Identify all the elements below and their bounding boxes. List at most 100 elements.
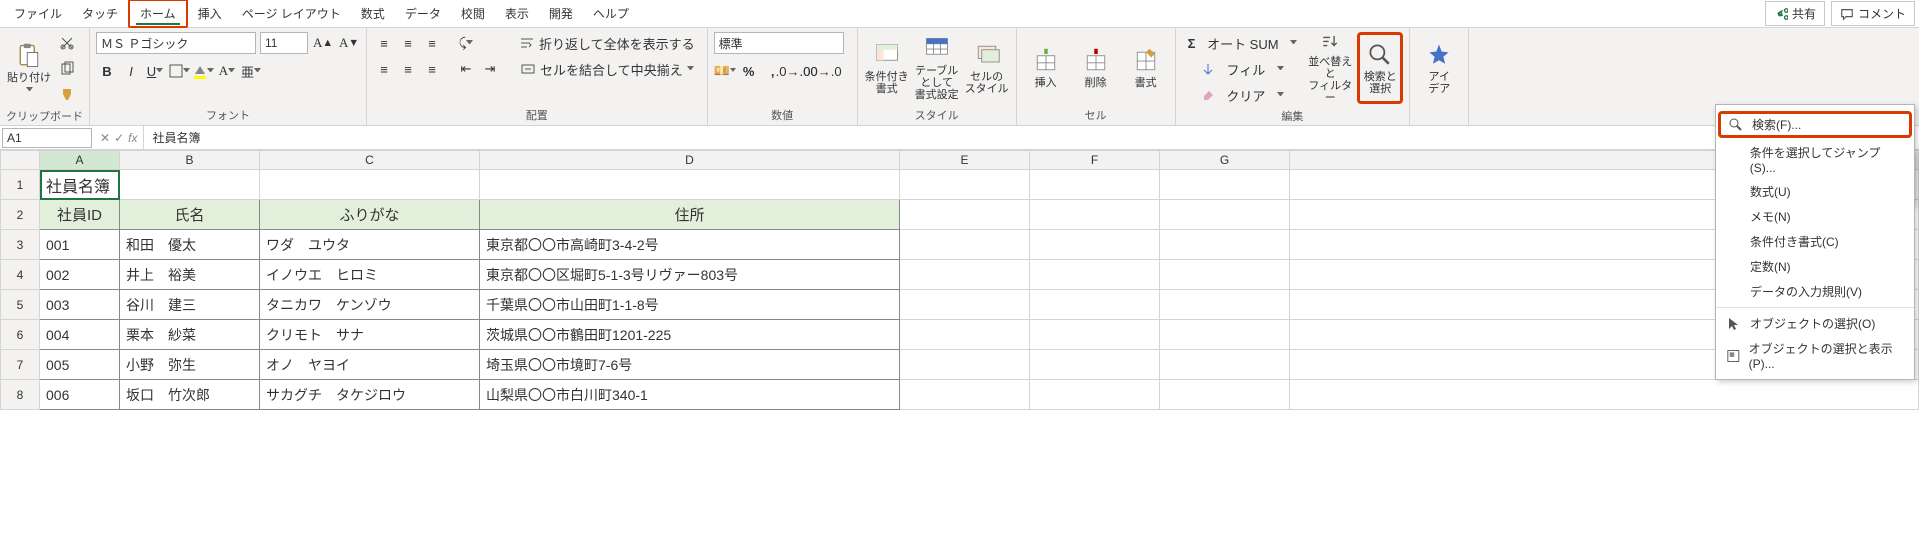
font-color-button[interactable]: A [216, 60, 238, 82]
cell-B1[interactable] [120, 170, 260, 200]
cell-A4[interactable]: 002 [40, 260, 120, 290]
dropdown-select-objects[interactable]: オブジェクトの選択(O) [1716, 311, 1914, 336]
cell-B3[interactable]: 和田 優太 [120, 230, 260, 260]
comment-button[interactable]: コメント [1831, 1, 1915, 26]
cell-C1[interactable] [260, 170, 480, 200]
fill-button[interactable]: フィル [1182, 58, 1304, 80]
row-header-1[interactable]: 1 [0, 170, 40, 200]
phonetic-button[interactable]: 亜 [240, 60, 262, 82]
format-as-table-button[interactable]: テーブルとして 書式設定 [914, 32, 960, 104]
menu-touch[interactable]: タッチ [72, 1, 128, 26]
worksheet-grid[interactable]: A B C D E F G 1 社員名簿 2 社員ID 氏名 ふりがな 住所 3… [0, 150, 1919, 410]
cell-B2[interactable]: 氏名 [120, 200, 260, 230]
insert-cells-button[interactable]: 挿入 [1023, 32, 1069, 104]
increase-font-button[interactable]: A▲ [312, 32, 334, 54]
menu-pagelayout[interactable]: ページ レイアウト [232, 1, 351, 26]
cell-A2[interactable]: 社員ID [40, 200, 120, 230]
menu-file[interactable]: ファイル [4, 1, 72, 26]
formula-input[interactable]: 社員名簿 [144, 129, 1919, 146]
cell-D8[interactable]: 山梨県〇〇市白川町340-1 [480, 380, 900, 410]
cell-B8[interactable]: 坂口 竹次郎 [120, 380, 260, 410]
percent-button[interactable]: % [738, 60, 760, 82]
dropdown-constants[interactable]: 定数(N) [1716, 254, 1914, 279]
cell-C5[interactable]: タニカワ ケンゾウ [260, 290, 480, 320]
menu-home[interactable]: ホーム [128, 0, 188, 28]
cell-C4[interactable]: イノウエ ヒロミ [260, 260, 480, 290]
cancel-formula-icon[interactable]: ✕ [100, 131, 110, 145]
fx-icon[interactable]: fx [128, 131, 137, 145]
copy-button[interactable] [56, 58, 78, 80]
col-header-A[interactable]: A [40, 150, 120, 170]
cell-C3[interactable]: ワダ ユウタ [260, 230, 480, 260]
ideas-button[interactable]: アイ デア [1416, 32, 1462, 104]
cell-A3[interactable]: 001 [40, 230, 120, 260]
dropdown-cond-fmt[interactable]: 条件付き書式(C) [1716, 229, 1914, 254]
cell-G1[interactable] [1160, 170, 1290, 200]
row-header-4[interactable]: 4 [0, 260, 40, 290]
align-right-button[interactable]: ≡ [421, 58, 443, 80]
cell-D4[interactable]: 東京都〇〇区堀町5-1-3号リヴァー803号 [480, 260, 900, 290]
menu-view[interactable]: 表示 [495, 1, 539, 26]
menu-help[interactable]: ヘルプ [583, 1, 639, 26]
align-left-button[interactable]: ≡ [373, 58, 395, 80]
accounting-format-button[interactable]: 💴 [714, 60, 736, 82]
cell-D1[interactable] [480, 170, 900, 200]
cell-C2[interactable]: ふりがな [260, 200, 480, 230]
cell-F1[interactable] [1030, 170, 1160, 200]
cut-button[interactable] [56, 32, 78, 54]
cell-B5[interactable]: 谷川 建三 [120, 290, 260, 320]
menu-developer[interactable]: 開発 [539, 1, 583, 26]
col-header-D[interactable]: D [480, 150, 900, 170]
cell-B6[interactable]: 栗本 紗菜 [120, 320, 260, 350]
align-middle-button[interactable]: ≡ [397, 32, 419, 54]
decrease-font-button[interactable]: A▼ [338, 32, 360, 54]
orientation-button[interactable]: ⤹ [455, 32, 477, 54]
cell-B7[interactable]: 小野 弥生 [120, 350, 260, 380]
menu-formulas[interactable]: 数式 [351, 1, 395, 26]
cell-C8[interactable]: サカグチ タケジロウ [260, 380, 480, 410]
autosum-button[interactable]: Σ オート SUM [1182, 32, 1304, 54]
indent-increase-button[interactable]: ⇥ [479, 58, 501, 80]
dropdown-find[interactable]: 検索(F)... [1718, 111, 1912, 138]
font-size-combo[interactable]: 11 [260, 32, 308, 54]
cell-D5[interactable]: 千葉県〇〇市山田町1-1-8号 [480, 290, 900, 320]
align-bottom-button[interactable]: ≡ [421, 32, 443, 54]
bold-button[interactable]: B [96, 60, 118, 82]
indent-decrease-button[interactable]: ⇤ [455, 58, 477, 80]
select-all-corner[interactable] [0, 150, 40, 170]
cell-D6[interactable]: 茨城県〇〇市鶴田町1201-225 [480, 320, 900, 350]
cell-A5[interactable]: 003 [40, 290, 120, 320]
cell-B4[interactable]: 井上 裕美 [120, 260, 260, 290]
col-header-G[interactable]: G [1160, 150, 1290, 170]
col-header-B[interactable]: B [120, 150, 260, 170]
row-header-8[interactable]: 8 [0, 380, 40, 410]
row-header-3[interactable]: 3 [0, 230, 40, 260]
dropdown-selection-pane[interactable]: オブジェクトの選択と表示(P)... [1716, 336, 1914, 375]
decrease-decimal-button[interactable]: .00→.0 [810, 60, 832, 82]
dropdown-goto-special[interactable]: 条件を選択してジャンプ(S)... [1716, 140, 1914, 179]
row-header-2[interactable]: 2 [0, 200, 40, 230]
underline-button[interactable]: U [144, 60, 166, 82]
italic-button[interactable]: I [120, 60, 142, 82]
clear-button[interactable]: クリア [1182, 84, 1304, 106]
cell-D2[interactable]: 住所 [480, 200, 900, 230]
dropdown-validation[interactable]: データの入力規則(V) [1716, 279, 1914, 304]
row-header-5[interactable]: 5 [0, 290, 40, 320]
fill-color-button[interactable] [192, 60, 214, 82]
enter-formula-icon[interactable]: ✓ [114, 131, 124, 145]
cell-A1[interactable]: 社員名簿 [40, 170, 120, 200]
align-center-button[interactable]: ≡ [397, 58, 419, 80]
wrap-text-button[interactable]: 折り返して全体を表示する [513, 32, 701, 54]
share-button[interactable]: 共有 [1765, 1, 1825, 26]
format-cells-button[interactable]: 書式 [1123, 32, 1169, 104]
cell-C7[interactable]: オノ ヤヨイ [260, 350, 480, 380]
conditional-formatting-button[interactable]: 条件付き 書式 [864, 32, 910, 104]
find-select-button[interactable]: 検索と 選択 [1357, 32, 1403, 104]
format-painter-button[interactable] [56, 84, 78, 106]
col-header-C[interactable]: C [260, 150, 480, 170]
paste-button[interactable]: 貼り付け [6, 32, 52, 104]
col-header-F[interactable]: F [1030, 150, 1160, 170]
cell-A8[interactable]: 006 [40, 380, 120, 410]
cell-styles-button[interactable]: セルの スタイル [964, 32, 1010, 104]
dropdown-notes[interactable]: メモ(N) [1716, 204, 1914, 229]
